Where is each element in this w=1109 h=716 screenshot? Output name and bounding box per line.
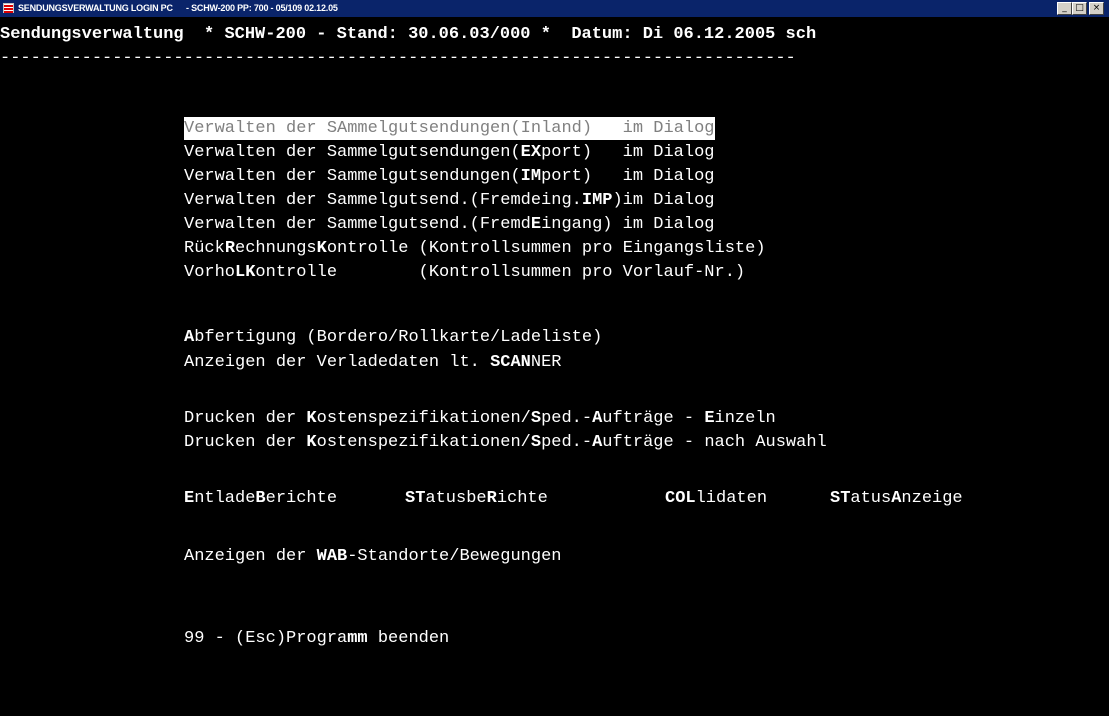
terminal-screen[interactable]: Sendungsverwaltung * SCHW-200 - Stand: 3… [0, 17, 1109, 716]
menu-item-abfertigung[interactable]: Abfertigung (Bordero/Rollkarte/Ladeliste… [184, 326, 602, 349]
minimize-button[interactable]: _ [1057, 2, 1072, 15]
header-separator: ----------------------------------------… [0, 49, 796, 68]
menu-item-fremdeingang[interactable]: Verwalten der Sammelgutsend.(FremdEingan… [184, 213, 715, 236]
menu-item-vorholkontrolle[interactable]: VorhoLKontrolle (Kontrollsummen pro Vorl… [184, 261, 745, 284]
menu-item-wab-standorte[interactable]: Anzeigen der WAB-Standorte/Bewegungen [184, 545, 561, 568]
header-date: Datum: Di 06.12.2005 sch [571, 25, 817, 44]
header-app-name: Sendungsverwaltung [0, 25, 184, 44]
header-version: * SCHW-200 - Stand: 30.06.03/000 * [204, 25, 551, 44]
menu-item-import[interactable]: Verwalten der Sammelgutsendungen(IMport)… [184, 165, 715, 188]
menu-item-entladeberichte[interactable]: EntladeBerichte [184, 487, 337, 510]
window-title-session: - SCHW-200 PP: 700 - 05/109 02.12.05 [186, 3, 338, 13]
menu-item-drucken-einzeln[interactable]: Drucken der Kostenspezifikationen/Sped.-… [184, 407, 776, 430]
console-app-icon[interactable] [3, 3, 14, 13]
menu-item-statusanzeige[interactable]: STatusAnzeige [830, 487, 963, 510]
menu-item-verladedaten-scanner[interactable]: Anzeigen der Verladedaten lt. SCANNER [184, 351, 561, 374]
header-line: Sendungsverwaltung * SCHW-200 - Stand: 3… [0, 23, 816, 46]
menu-item-collidaten[interactable]: COLlidaten [665, 487, 767, 510]
close-button[interactable]: × [1089, 2, 1104, 15]
menu-item-statusberichte[interactable]: STatusbeRichte [405, 487, 548, 510]
maximize-button[interactable]: □ [1072, 2, 1087, 15]
menu-item-programm-beenden[interactable]: 99 - (Esc)Programm beenden [184, 627, 449, 650]
menu-item-inland[interactable]: Verwalten der SAmmelgutsendungen(Inland)… [184, 117, 715, 140]
menu-item-drucken-auswahl[interactable]: Drucken der Kostenspezifikationen/Sped.-… [184, 431, 827, 454]
menu-item-export[interactable]: Verwalten der Sammelgutsendungen(EXport)… [184, 141, 715, 164]
window-title-app: SENDUNGSVERWALTUNG LOGIN PC [18, 3, 173, 13]
window-titlebar[interactable]: SENDUNGSVERWALTUNG LOGIN PC - SCHW-200 P… [0, 0, 1109, 17]
menu-item-fremdeingang-imp[interactable]: Verwalten der Sammelgutsend.(Fremdeing.I… [184, 189, 715, 212]
menu-item-rueckrechnungskontrolle[interactable]: RückRechnungsKontrolle (Kontrollsummen p… [184, 237, 766, 260]
